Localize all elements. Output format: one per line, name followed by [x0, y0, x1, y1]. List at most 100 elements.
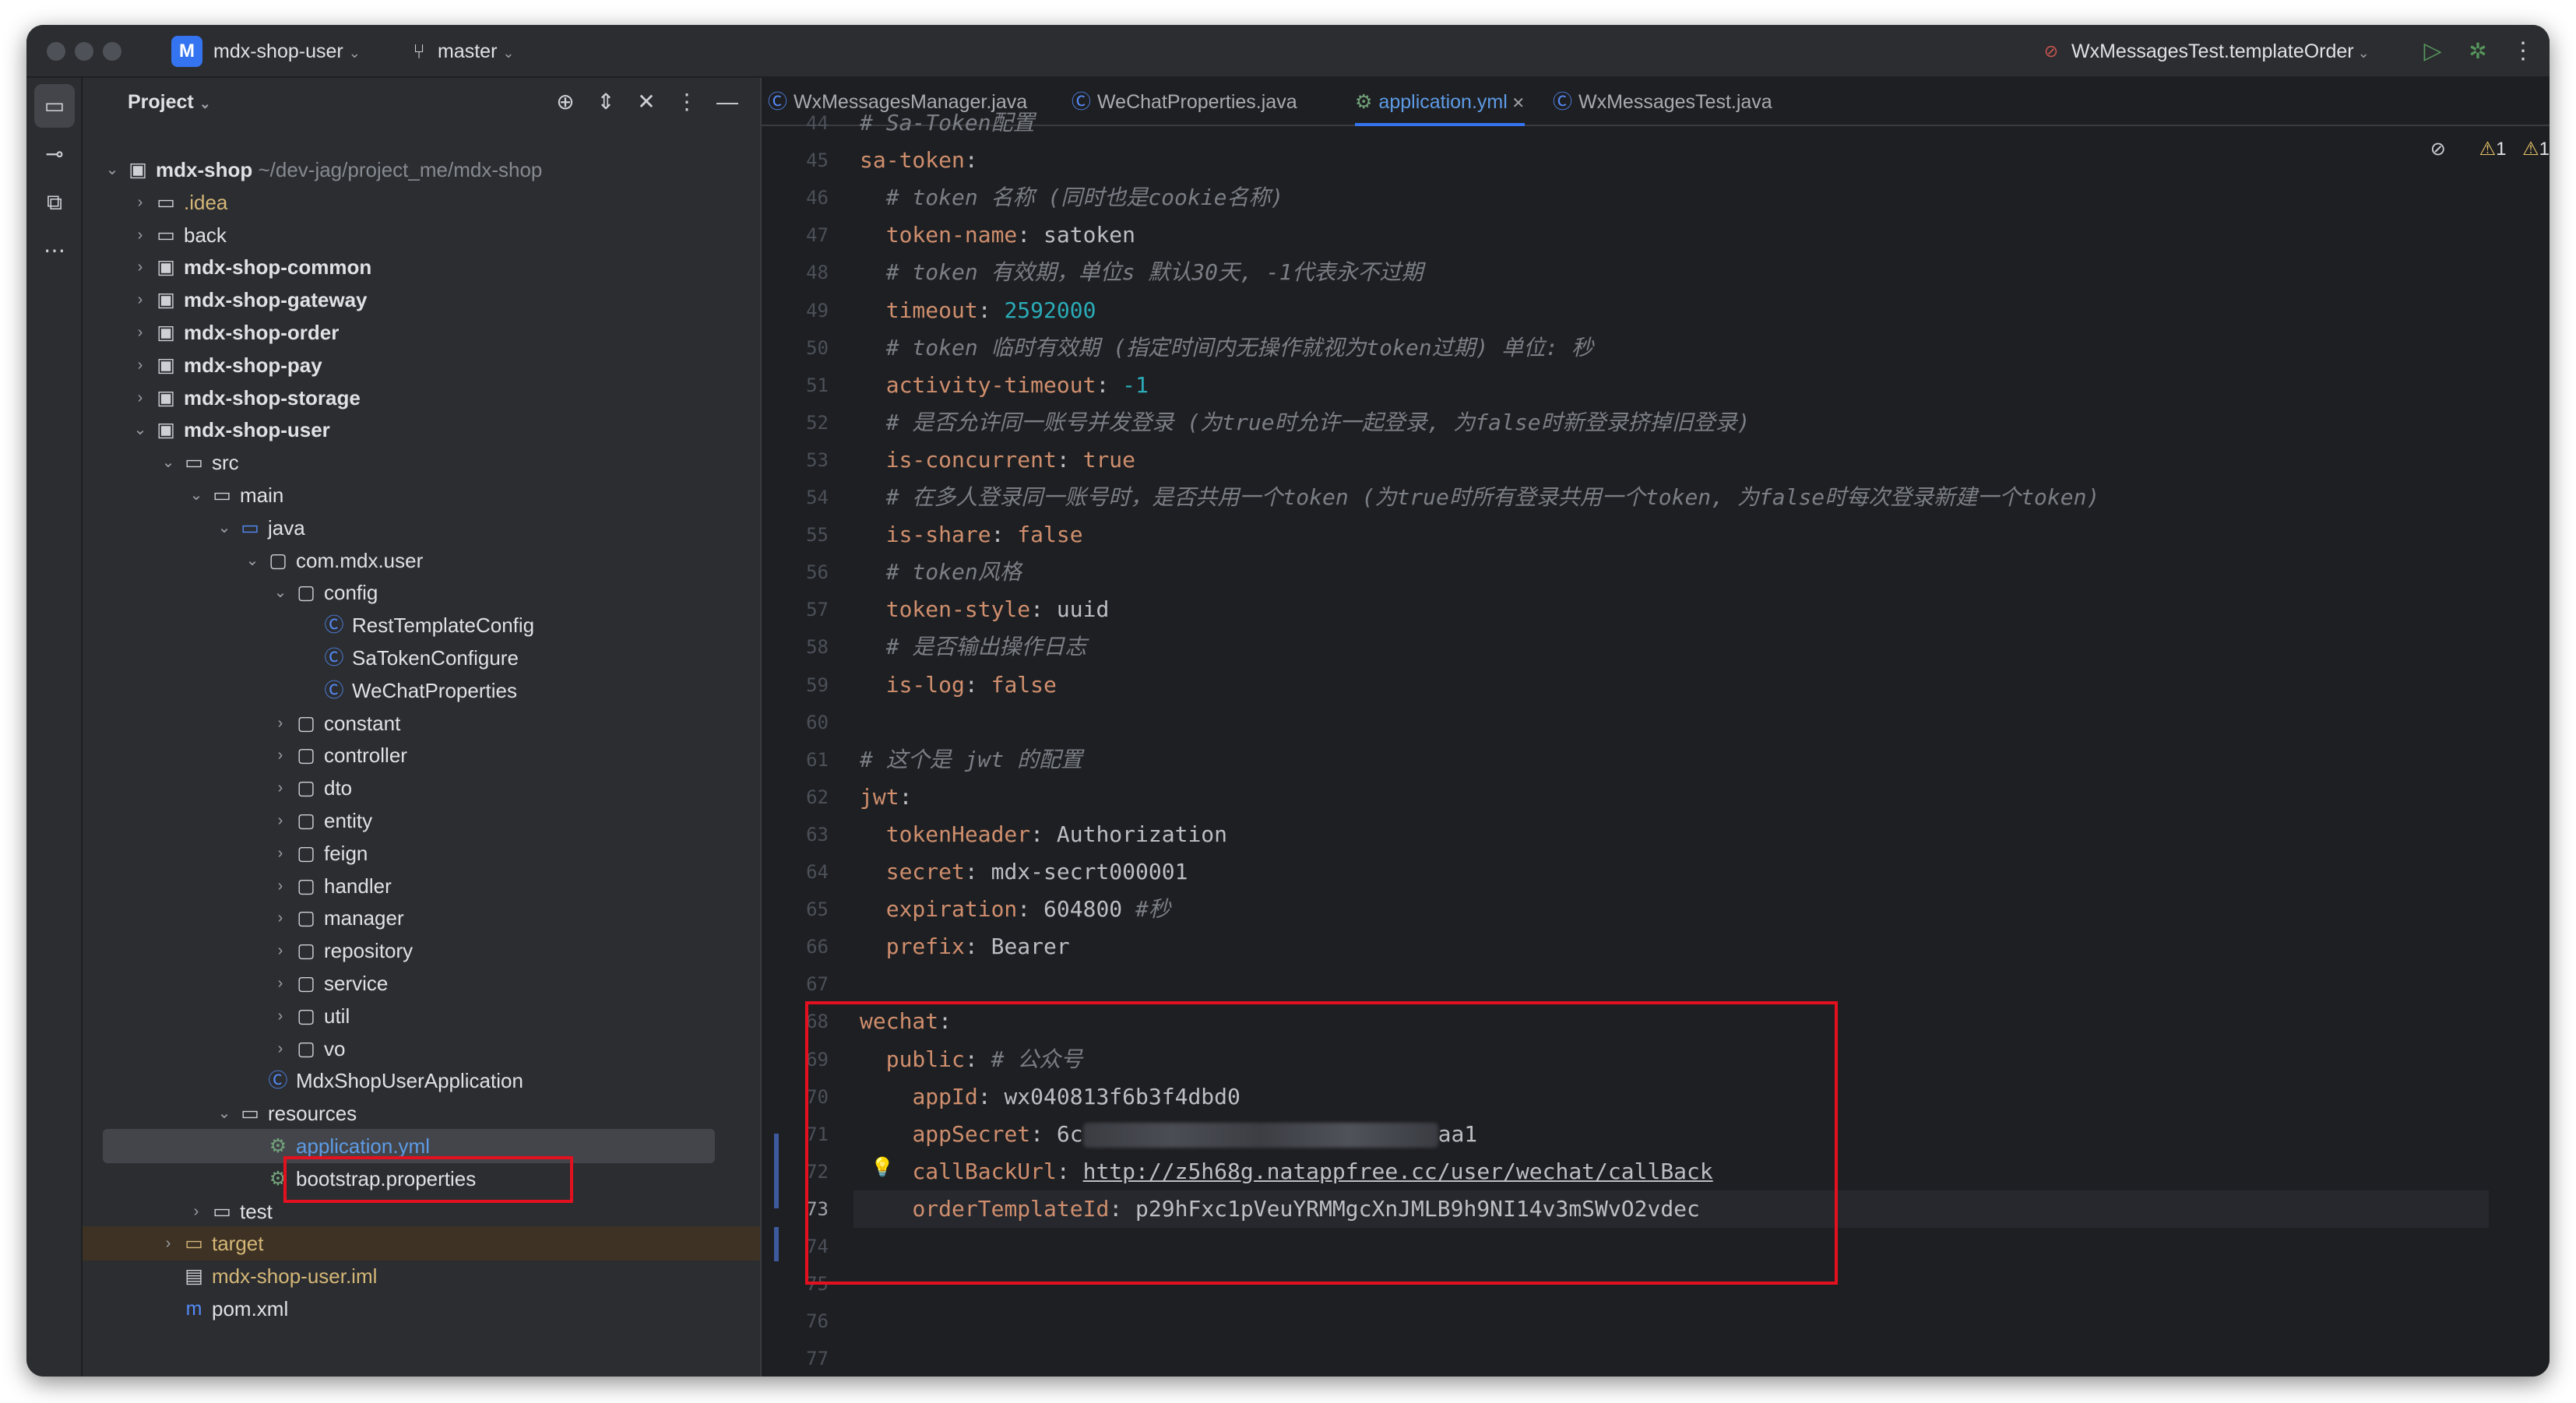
chevron-right-icon[interactable]: ›: [271, 1032, 290, 1066]
tree-item-mdx-shop[interactable]: ⌄ ▣ mdx-shop ~/dev-jag/project_me/mdx-shop: [83, 153, 760, 187]
tree-item-handler[interactable]: › ▢ handler: [83, 869, 760, 903]
tree-item-mdx-shop-order[interactable]: › ▣ mdx-shop-order: [83, 315, 760, 350]
tree-item-resources[interactable]: ⌄ ▭ resources: [83, 1096, 760, 1130]
maximize-window-button[interactable]: [103, 42, 121, 61]
code-comment: # token 名称 (同时也是cookie名称): [885, 185, 1284, 211]
chevron-right-icon[interactable]: ›: [131, 348, 150, 382]
chevron-down-icon[interactable]: ⌄: [215, 511, 234, 545]
code-text: :: [977, 297, 1005, 323]
chevron-right-icon[interactable]: ›: [271, 901, 290, 935]
chevron-right-icon[interactable]: ›: [187, 1194, 206, 1229]
package-icon: ▢: [297, 940, 315, 962]
tree-item-resttemplateconfig[interactable]: Ⓒ RestTemplateConfig: [83, 608, 760, 642]
tree-item-controller[interactable]: › ▢ controller: [83, 738, 760, 772]
run-icon[interactable]: ▷: [2414, 25, 2451, 78]
chevron-right-icon[interactable]: ›: [271, 999, 290, 1033]
tree-item-back[interactable]: › ▭ back: [83, 218, 760, 252]
tree-item-manager[interactable]: › ▢ manager: [83, 901, 760, 935]
tree-item-service[interactable]: › ▢ service: [83, 966, 760, 1000]
tree-item-wechatproperties[interactable]: Ⓒ WeChatProperties: [83, 673, 760, 708]
expand-all-icon[interactable]: ⇕: [590, 78, 621, 126]
tree-item-dto[interactable]: › ▢ dto: [83, 771, 760, 805]
chevron-right-icon[interactable]: ›: [131, 315, 150, 350]
package-icon: ▢: [297, 972, 315, 994]
tree-item-main[interactable]: ⌄ ▭ main: [83, 478, 760, 512]
tree-item-mdx-shop-gateway[interactable]: › ▣ mdx-shop-gateway: [83, 283, 760, 317]
chevron-down-icon[interactable]: ⌄: [215, 1096, 234, 1130]
code-text: :: [899, 783, 913, 810]
tree-item-mdxshopuserapplication[interactable]: Ⓒ MdxShopUserApplication: [83, 1064, 760, 1098]
chevron-right-icon[interactable]: ›: [271, 869, 290, 903]
close-tab-icon[interactable]: ✕: [1508, 95, 1525, 112]
more-tools-icon[interactable]: ⋯: [26, 229, 83, 273]
collapse-all-icon[interactable]: ✕: [631, 78, 662, 126]
tree-item-repository[interactable]: › ▢ repository: [83, 934, 760, 968]
project-view-selector[interactable]: Project ⌄: [128, 78, 211, 128]
chevron-down-icon[interactable]: ⌄: [103, 153, 121, 187]
tree-item-label: mdx-shop ~/dev-jag/project_me/mdx-shop: [156, 158, 543, 181]
tree-item-src[interactable]: ⌄ ▭ src: [83, 445, 760, 480]
tab-wechatproperties-java[interactable]: Ⓒ WeChatProperties.java: [1072, 78, 1297, 126]
tree-item-config[interactable]: ⌄ ▢ config: [83, 575, 760, 610]
minimize-window-button[interactable]: [75, 42, 93, 61]
commit-tool-icon[interactable]: ⊸: [26, 132, 83, 176]
tree-item-entity[interactable]: › ▢ entity: [83, 803, 760, 838]
chevron-right-icon[interactable]: ›: [271, 706, 290, 740]
project-switcher[interactable]: mdx-shop-user ⌄: [213, 25, 361, 78]
branch-switcher[interactable]: master ⌄: [438, 25, 514, 78]
chevron-right-icon[interactable]: ›: [131, 185, 150, 220]
tree-item-constant[interactable]: › ▢ constant: [83, 706, 760, 740]
chevron-right-icon[interactable]: ›: [131, 250, 150, 284]
tree-item-mdx-shop-storage[interactable]: › ▣ mdx-shop-storage: [83, 381, 760, 415]
tab-wxmessagestest-java[interactable]: Ⓒ WxMessagesTest.java: [1553, 78, 1772, 126]
chevron-down-icon[interactable]: ⌄: [187, 478, 206, 512]
chevron-right-icon[interactable]: ›: [271, 934, 290, 968]
chevron-right-icon[interactable]: ›: [131, 218, 150, 252]
code-comment: # token 有效期，单位s 默认30天, -1代表永不过期: [885, 259, 1423, 286]
chevron-right-icon[interactable]: ›: [159, 1226, 178, 1261]
tree-item-java[interactable]: ⌄ ▭ java: [83, 511, 760, 545]
structure-tool-icon[interactable]: ⧉: [26, 181, 83, 224]
more-icon[interactable]: ⋮: [2507, 25, 2539, 78]
yaml-key: jwt: [860, 783, 899, 810]
chevron-right-icon[interactable]: ›: [271, 803, 290, 838]
run-config-selector[interactable]: WxMessagesTest.templateOrder ⌄: [2071, 25, 2370, 78]
chevron-right-icon[interactable]: ›: [271, 771, 290, 805]
hide-panel-icon[interactable]: —: [712, 78, 743, 126]
close-window-button[interactable]: [47, 42, 65, 61]
chevron-right-icon[interactable]: ›: [271, 738, 290, 772]
package-icon: ▢: [297, 1004, 315, 1027]
locate-icon[interactable]: ⊕: [550, 78, 581, 126]
tree-item-target[interactable]: › ▭ target: [83, 1226, 760, 1261]
tree-item-label: mdx-shop-order: [184, 321, 340, 344]
chevron-down-icon[interactable]: ⌄: [243, 543, 262, 578]
tree-item-mdx-shop-pay[interactable]: › ▣ mdx-shop-pay: [83, 348, 760, 382]
chevron-down-icon[interactable]: ⌄: [271, 575, 290, 610]
chevron-down-icon[interactable]: ⌄: [159, 445, 178, 480]
folder-icon: ▭: [213, 484, 231, 506]
chevron-right-icon[interactable]: ›: [271, 966, 290, 1000]
tree-item--idea[interactable]: › ▭ .idea: [83, 185, 760, 220]
debug-icon[interactable]: ✲: [2459, 25, 2497, 78]
tree-item-label: mdx-shop-user.iml: [212, 1264, 378, 1289]
options-icon[interactable]: ⋮: [671, 78, 702, 126]
tab-application-yml[interactable]: ⚙ application.yml ✕: [1355, 78, 1526, 126]
yaml-key: is-share: [885, 522, 991, 548]
chevron-right-icon[interactable]: ›: [131, 283, 150, 317]
tree-item-feign[interactable]: › ▢ feign: [83, 836, 760, 870]
chevron-right-icon[interactable]: ›: [131, 381, 150, 415]
tree-item-mdx-shop-user[interactable]: ⌄ ▣ mdx-shop-user: [83, 413, 760, 447]
tree-item-mdx-shop-common[interactable]: › ▣ mdx-shop-common: [83, 250, 760, 284]
tree-item-vo[interactable]: › ▢ vo: [83, 1032, 760, 1066]
chevron-down-icon[interactable]: ⌄: [131, 413, 150, 447]
tree-item-mdx-shop-user-iml[interactable]: ▤ mdx-shop-user.iml: [83, 1259, 760, 1293]
chevron-right-icon[interactable]: ›: [271, 836, 290, 870]
tree-item-com-mdx-user[interactable]: ⌄ ▢ com.mdx.user: [83, 543, 760, 578]
tree-item-satokenconfigure[interactable]: Ⓒ SaTokenConfigure: [83, 641, 760, 675]
tree-item-util[interactable]: › ▢ util: [83, 999, 760, 1033]
code-text: : satoken: [1017, 222, 1136, 248]
tree-item-pom-xml[interactable]: m pom.xml: [83, 1292, 760, 1326]
project-tool-icon[interactable]: ▭: [34, 84, 75, 128]
